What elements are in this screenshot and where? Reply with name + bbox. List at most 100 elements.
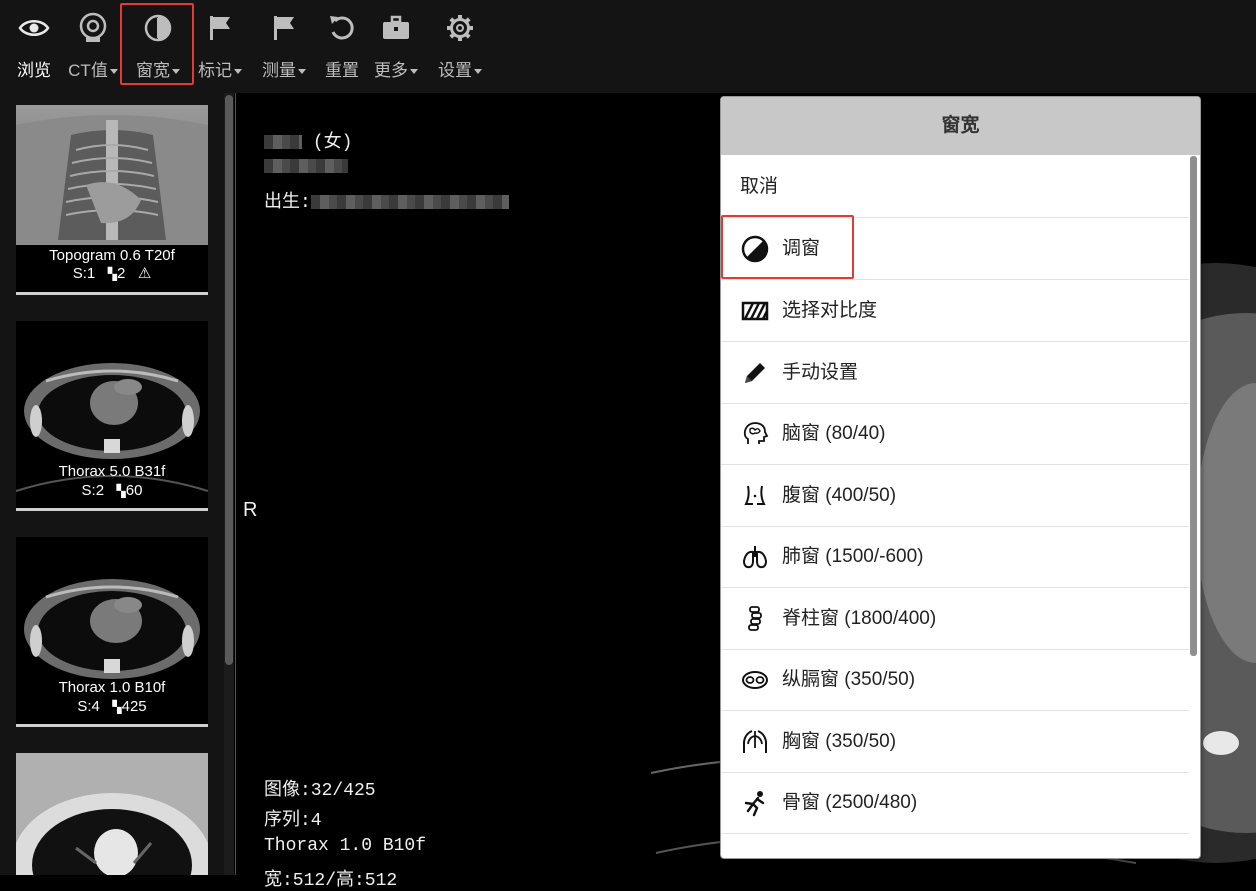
stack-icon: ▚ [107, 267, 117, 281]
orientation-marker-left: R [243, 499, 258, 521]
series-3-name: Thorax 1.0 B10f [58, 679, 166, 696]
caret-down-icon [410, 69, 418, 75]
menu-item-more-partial[interactable] [721, 834, 1189, 859]
menu-item-adjust-window[interactable]: 调窗 [721, 218, 1189, 280]
series-thumbnail-2[interactable]: Thorax 5.0 B31f S:2 ▚60 [16, 321, 208, 511]
toolbar-measure-label: 测量 [262, 61, 296, 80]
toolbar-more-label: 更多 [374, 61, 408, 80]
series-description: Thorax 1.0 B10f [264, 836, 427, 856]
partial-icon [741, 851, 769, 859]
series-2-number: S:2 [81, 482, 105, 499]
menu-item-cancel-label: 取消 [740, 176, 779, 197]
stack-icon: ▚ [112, 700, 122, 714]
stack-icon: ▚ [116, 484, 126, 498]
birth-date-redacted [310, 195, 509, 210]
image-size: 宽:512/高:512 [264, 871, 398, 891]
menu-item-cancel[interactable]: 取消 [721, 156, 1189, 218]
menu-item-bone-window[interactable]: 骨窗 (2500/480) [721, 772, 1189, 834]
caret-down-icon [234, 69, 242, 75]
sidebar-scrollbar-thumb[interactable] [225, 95, 233, 665]
gear-icon [447, 15, 473, 41]
menu-item-abdomen-window-label: 腹窗 (400/50) [782, 485, 897, 506]
series-2-count: 60 [125, 482, 143, 499]
mediastinum-icon [742, 671, 768, 689]
toolbar-more-button[interactable]: 更多 [369, 0, 423, 93]
menu-item-abdomen-window[interactable]: 腹窗 (400/50) [721, 465, 1189, 527]
toolbar-settings-button[interactable]: 设置 [432, 0, 488, 93]
menu-item-spine-window[interactable]: 脊柱窗 (1800/400) [721, 588, 1189, 650]
toolbar-ct-value-button[interactable]: CT值 [62, 0, 124, 93]
menu-item-manual-settings[interactable]: 手动设置 [721, 342, 1189, 404]
toolbar-browse-label: 浏览 [17, 61, 51, 80]
lungs-icon [742, 546, 768, 569]
menu-item-select-contrast[interactable]: 选择对比度 [721, 280, 1189, 342]
eye-icon [18, 20, 50, 36]
window-menu-title: 窗宽 [721, 97, 1200, 155]
toolbar-mark-button[interactable]: 标记 [193, 0, 247, 93]
menu-item-chest-window[interactable]: 胸窗 (350/50) [721, 711, 1189, 773]
patient-sex: (女) [312, 133, 353, 153]
patient-name-redacted [264, 135, 302, 150]
flag-icon [210, 16, 230, 40]
series-thumbnail-4[interactable] [16, 753, 208, 875]
toolbar-ct-value-label: CT值 [68, 61, 108, 80]
series-2-name: Thorax 5.0 B31f [58, 463, 166, 480]
patient-id-redacted [264, 159, 348, 174]
menu-item-spine-window-label: 脊柱窗 (1800/400) [782, 608, 937, 629]
contrast-circle-icon [144, 14, 172, 42]
toolbar-reset-button[interactable]: 重置 [320, 0, 364, 93]
menu-item-chest-window-label: 胸窗 (350/50) [782, 731, 897, 752]
menu-item-lung-window-label: 肺窗 (1500/-600) [782, 546, 924, 567]
series-thumbnail-1[interactable]: Topogram 0.6 T20f S:1 ▚2 ⚠ [16, 105, 208, 295]
toolbar: 浏览 CT值 窗宽 标记 测量 重置 更多 设置 [0, 0, 1256, 93]
menu-item-brain-window-label: 脑窗 (80/40) [782, 423, 886, 444]
spine-icon [748, 606, 762, 631]
abdomen-icon [744, 485, 766, 505]
toolbar-settings-label: 设置 [438, 61, 472, 80]
contrast-hatch-icon [741, 301, 769, 321]
menu-item-lung-window[interactable]: 肺窗 (1500/-600) [721, 526, 1189, 588]
series-index: 序列:4 [264, 811, 322, 831]
ct-lung-image [16, 753, 208, 875]
series-3-count: 425 [121, 698, 147, 715]
toolbar-mark-label: 标记 [198, 61, 232, 80]
caret-down-icon [474, 69, 482, 75]
menu-item-manual-settings-label: 手动设置 [782, 362, 859, 383]
chest-icon [743, 730, 767, 753]
toolbar-window-width-label: 窗宽 [136, 61, 170, 80]
series-1-number: S:1 [72, 265, 96, 282]
series-1-name: Topogram 0.6 T20f [49, 247, 175, 264]
series-thumbnail-3[interactable]: Thorax 1.0 B10f S:4 ▚425 [16, 537, 208, 727]
menu-item-brain-window[interactable]: 脑窗 (80/40) [721, 403, 1189, 465]
ct-probe-icon [79, 12, 107, 42]
menu-item-mediastinum-window[interactable]: 纵膈窗 (350/50) [721, 649, 1189, 711]
caret-down-icon [172, 69, 180, 75]
window-adjust-icon [741, 235, 769, 263]
toolbar-measure-button[interactable]: 测量 [256, 0, 312, 93]
warning-icon: ⚠ [137, 265, 152, 282]
menu-item-mediastinum-window-label: 纵膈窗 (350/50) [782, 669, 916, 690]
toolbar-window-width-button[interactable]: 窗宽 [127, 0, 189, 93]
series-2-progress [16, 508, 208, 511]
birth-label: 出生: [264, 193, 311, 213]
menu-item-select-contrast-label: 选择对比度 [782, 300, 878, 321]
reset-icon [330, 16, 354, 40]
caret-down-icon [109, 69, 118, 75]
caret-down-icon [298, 69, 306, 75]
brain-icon [743, 422, 769, 444]
toolbar-browse-button[interactable]: 浏览 [12, 0, 56, 93]
series-3-progress [16, 724, 208, 727]
image-index: 图像:32/425 [264, 781, 376, 801]
menu-item-bone-window-label: 骨窗 (2500/480) [782, 792, 918, 813]
window-width-menu: 窗宽 取消 调窗 选择对比度 手动设置 脑窗 (80/40) 腹窗 (400/5… [720, 96, 1201, 859]
flag-icon [274, 16, 294, 40]
pencil-icon [745, 363, 765, 383]
series-1-count: 2 [116, 265, 126, 282]
bone-icon [744, 791, 765, 817]
menu-item-adjust-window-label: 调窗 [782, 238, 821, 259]
series-3-number: S:4 [77, 698, 100, 715]
window-menu-scrollbar[interactable] [1190, 156, 1197, 656]
briefcase-icon [383, 15, 409, 39]
toolbar-reset-label: 重置 [325, 61, 359, 80]
series-1-progress [16, 292, 208, 295]
